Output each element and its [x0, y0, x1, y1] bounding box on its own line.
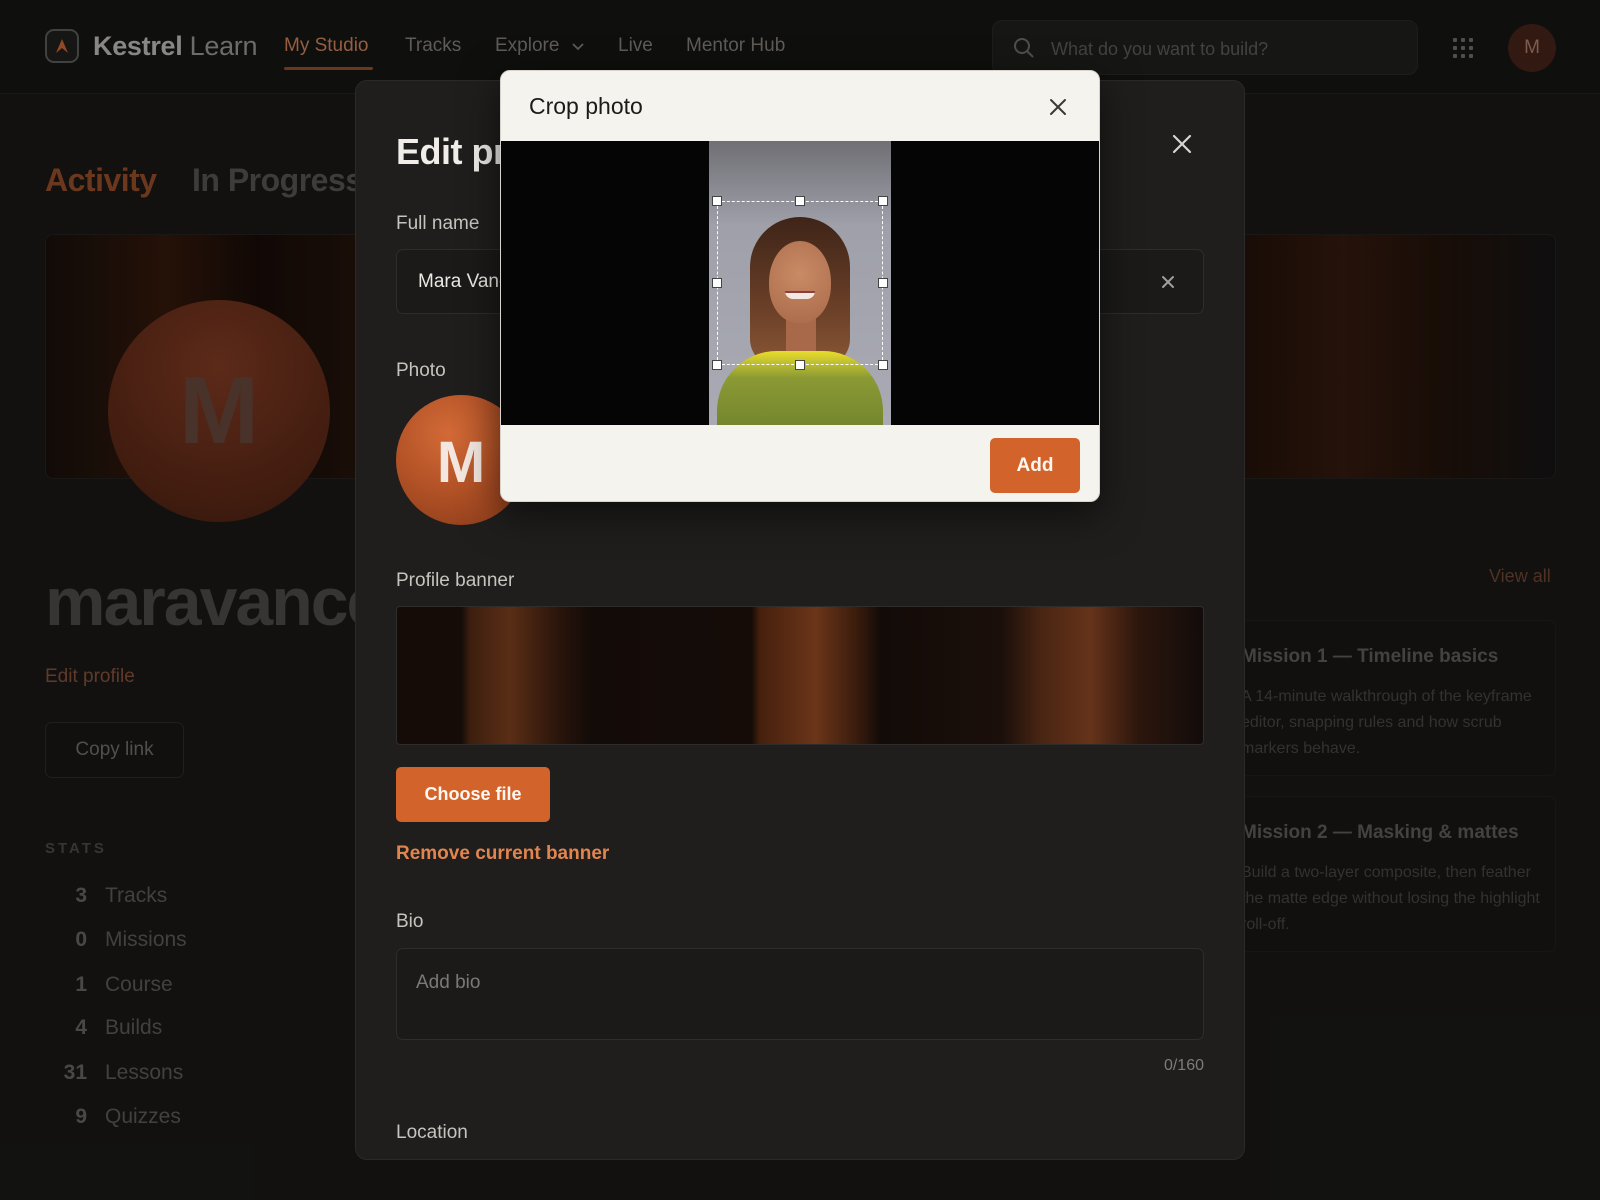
- remove-banner-link[interactable]: Remove current banner: [396, 843, 609, 865]
- stat-row: 1 Course: [45, 973, 305, 1003]
- add-button[interactable]: Add: [990, 438, 1080, 493]
- stat-count: 1: [75, 973, 87, 996]
- crop-selection-box[interactable]: [717, 201, 883, 365]
- nav-mentor-hub[interactable]: Mentor Hub: [686, 35, 785, 57]
- stat-row: 0 Missions: [45, 928, 305, 958]
- brand-light: Learn: [189, 31, 258, 61]
- crop-handle-right[interactable]: [878, 278, 888, 288]
- search-bar[interactable]: What do you want to build?: [992, 20, 1418, 75]
- crop-handle-top-right[interactable]: [878, 196, 888, 206]
- close-icon[interactable]: [1171, 133, 1193, 155]
- full-name-label: Full name: [396, 213, 480, 234]
- brand-bold: Kestrel: [93, 31, 183, 61]
- crop-handle-bottom-left[interactable]: [712, 360, 722, 370]
- search-placeholder: What do you want to build?: [1051, 39, 1269, 59]
- mission-description: Build a two-layer composite, then feathe…: [1241, 864, 1540, 933]
- user-avatar[interactable]: M: [1508, 24, 1556, 72]
- stat-label: Course: [105, 973, 173, 996]
- crop-handle-left[interactable]: [712, 278, 722, 288]
- choose-file-button[interactable]: Choose file: [396, 767, 550, 822]
- active-nav-underline: [284, 67, 373, 70]
- close-icon[interactable]: [1049, 98, 1067, 116]
- nav-explore-label: Explore: [495, 35, 560, 56]
- clear-input-icon[interactable]: [1160, 274, 1176, 290]
- nav-explore[interactable]: Explore: [495, 35, 585, 57]
- crop-handle-bottom-right[interactable]: [878, 360, 888, 370]
- stat-count: 9: [75, 1105, 87, 1128]
- brand-name[interactable]: Kestrel Learn: [93, 31, 258, 62]
- profile-avatar: M: [108, 300, 330, 522]
- mission-title: Mission 2 — Masking & mattes: [1241, 822, 1519, 843]
- stat-label: Tracks: [105, 884, 168, 907]
- stat-row: 4 Builds: [45, 1016, 305, 1046]
- kestrel-logo-icon[interactable]: [45, 29, 79, 63]
- apps-grid-icon[interactable]: [1453, 38, 1473, 58]
- stat-count: 4: [75, 1016, 87, 1039]
- stat-count: 0: [75, 928, 87, 951]
- nav-live[interactable]: Live: [618, 35, 653, 57]
- bio-label: Bio: [396, 911, 424, 932]
- crop-handle-top[interactable]: [795, 196, 805, 206]
- stats-heading: STATS: [45, 840, 107, 857]
- mission-card[interactable]: Mission 1 — Timeline basics A 14-minute …: [1218, 620, 1556, 776]
- banner-preview: [396, 606, 1204, 745]
- stat-row: 3 Tracks: [45, 884, 305, 914]
- bio-char-count: 0/160: [1163, 1057, 1204, 1074]
- profile-banner-label: Profile banner: [396, 570, 515, 591]
- crop-handle-bottom[interactable]: [795, 360, 805, 370]
- nav-my-studio[interactable]: My Studio: [284, 35, 368, 57]
- profile-avatar-initial: M: [179, 357, 259, 464]
- tab-in-progress[interactable]: In Progress: [192, 162, 363, 199]
- stat-label: Builds: [105, 1016, 163, 1039]
- photo-label: Photo: [396, 360, 446, 381]
- crop-photo-modal: Crop photo Add: [500, 70, 1100, 502]
- tab-activity[interactable]: Activity: [45, 162, 157, 199]
- mission-title: Mission 1 — Timeline basics: [1241, 646, 1499, 667]
- stat-count: 31: [63, 1061, 87, 1084]
- crop-handle-top-left[interactable]: [712, 196, 722, 206]
- view-all-link[interactable]: View all: [1489, 566, 1551, 587]
- location-label: Location: [396, 1122, 468, 1143]
- bio-textarea[interactable]: Add bio: [396, 948, 1204, 1040]
- profile-username: maravance: [45, 564, 384, 640]
- edit-profile-link[interactable]: Edit profile: [45, 666, 135, 688]
- search-icon: [1014, 38, 1034, 58]
- copy-link-button[interactable]: Copy link: [45, 722, 184, 778]
- mission-description: A 14-minute walkthrough of the keyframe …: [1241, 688, 1532, 757]
- stat-label: Missions: [105, 928, 187, 951]
- bio-placeholder: Add bio: [416, 972, 481, 993]
- stat-row: 31 Lessons: [45, 1061, 305, 1091]
- stat-label: Quizzes: [105, 1105, 181, 1128]
- stat-label: Lessons: [105, 1061, 184, 1084]
- chevron-down-icon: [572, 43, 584, 51]
- crop-photo-title: Crop photo: [529, 93, 643, 119]
- stat-count: 3: [75, 884, 87, 907]
- mission-card[interactable]: Mission 2 — Masking & mattes Build a two…: [1218, 796, 1556, 952]
- stat-row: 9 Quizzes: [45, 1105, 305, 1135]
- crop-stage: [501, 141, 1099, 425]
- nav-tracks[interactable]: Tracks: [405, 35, 461, 57]
